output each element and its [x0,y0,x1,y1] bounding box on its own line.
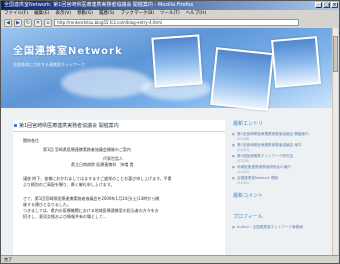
minimize-button[interactable]: _ [315,2,322,8]
profile-heading: プロフィール [233,214,263,220]
menu-file[interactable]: ファイル(F) [4,10,28,17]
article-title[interactable]: 第1回宮崎県医療連携実務者協議会 開催案内 [13,120,225,132]
menu-bookmarks[interactable]: ブックマーク(B) [120,10,154,17]
recent-comments-heading: 最新コメント [233,193,264,199]
home-icon[interactable]: ⌂ [44,18,52,27]
back-icon[interactable]: ◀ [4,18,12,27]
reload-icon[interactable]: ↻ [24,18,32,27]
header-photo [210,47,274,111]
recent-entry-link[interactable]: 地域医療連携実務者研修会の案内 [231,164,327,170]
recent-entry-date: (12/01) [237,181,250,185]
recent-entry-link[interactable]: 第4回医療連携ネットワーク研究会 [231,153,327,159]
scrollbar-thumb[interactable] [333,36,338,72]
menu-bar: ファイル(F) 編集(E) 表示(V) 移動(G) 履歴(S) ブックマーク(B… [1,10,339,17]
site-subtitle: 全国各地に点在する連携室ネットワーク [13,62,85,67]
article-line: 県立日南病院 医療連携科 持増 貴 [71,162,134,167]
article-line: 関係各位 [23,138,39,143]
menu-edit[interactable]: 編集(E) [34,10,49,17]
menu-go[interactable]: 移動(G) [77,10,93,17]
menu-tools[interactable]: ツール(T) [160,10,180,17]
status-bar: 完了 [1,255,339,263]
menu-help[interactable]: ヘルプ(H) [186,10,206,17]
sidebar: 最新エントリ 第1回宮崎県医療連携実務者協議会 開催案内 (01/08) 第1回… [231,120,327,230]
site-title[interactable]: 全国連携室Network [13,42,123,57]
recent-entries-heading: 最新エントリ [233,121,264,127]
stop-icon[interactable]: ✕ [34,18,42,27]
maximize-button[interactable]: □ [323,2,330,8]
page-viewport: 全国連携室Network 全国各地に点在する連携室ネットワーク 第1回宮崎県医療… [1,28,334,257]
article: 第1回宮崎県医療連携実務者協議会 開催案内 関係各位 第1回 宮崎県医療連携実務… [13,120,225,257]
nav-toolbar: ◀ ▶ ↻ ✕ ⌂ http://renkeishitsu.blog55.fc2… [1,17,339,28]
recent-entry-link[interactable]: 第1回宮崎県医療連携実務者協議会 案内 [231,142,327,148]
address-bar[interactable]: http://renkeishitsu.blog55.fc2.com/blog-… [54,19,299,26]
browser-window: 全国連携室Network: 第1回宮崎県医療連携実務者協議会 開催案内 - Mo… [0,0,340,264]
title-bar: 全国連携室Network: 第1回宮崎県医療連携実務者協議会 開催案内 - Mo… [1,1,339,10]
recent-entry-link[interactable]: 第1回宮崎県医療連携実務者協議会 開催案内 [231,131,327,137]
header-photo [151,34,203,88]
profile-text: Author : 全国連携室ネットワーク事務局 [231,224,327,230]
article-line: 第1回 宮崎県医療連携実務者協議会開催のご案内 [43,147,131,152]
article-line: 招きし、意見交換および情報共有の場として... [23,214,107,219]
menu-view[interactable]: 表示(V) [55,10,71,17]
vertical-scrollbar[interactable] [332,28,338,257]
article-line: より格別のご高配を賜り、厚く御礼申し上げます。 [23,182,115,187]
recent-entry-link[interactable]: 全国連携室Network 開設 [231,175,327,181]
forward-icon[interactable]: ▶ [14,18,22,27]
menu-history[interactable]: 履歴(S) [99,10,114,17]
header-photo [270,36,322,88]
close-button[interactable]: × [331,2,338,8]
window-title: 全国連携室Network: 第1回宮崎県医療連携実務者協議会 開催案内 - Mo… [4,2,194,8]
site-header: 全国連携室Network 全国各地に点在する連携室ネットワーク [1,28,334,111]
